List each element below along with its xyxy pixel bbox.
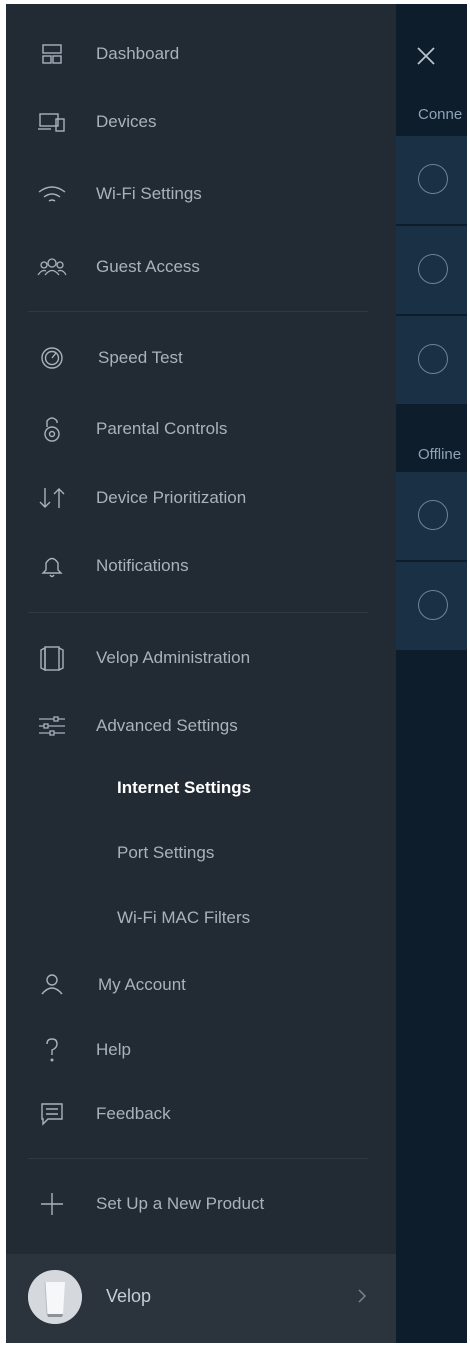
menu-item-velop-administration[interactable]: Velop Administration xyxy=(6,630,396,686)
menu-item-parental-controls[interactable]: Parental Controls xyxy=(6,401,396,457)
device-card[interactable] xyxy=(396,136,467,224)
submenu-item-label: Internet Settings xyxy=(117,778,252,797)
menu-item-devices[interactable]: Devices xyxy=(6,94,396,150)
menu-item-dashboard[interactable]: Dashboard xyxy=(6,26,396,82)
close-icon[interactable] xyxy=(414,44,438,68)
device-card[interactable] xyxy=(396,472,467,560)
menu-item-guest-access[interactable]: Guest Access xyxy=(6,239,396,295)
feedback-icon xyxy=(36,1099,68,1129)
menu-divider xyxy=(28,612,368,613)
sliders-icon xyxy=(36,711,68,741)
device-status-icon xyxy=(418,500,448,530)
device-status-icon xyxy=(418,344,448,374)
menu-divider xyxy=(28,311,368,312)
menu-item-label: Help xyxy=(96,1040,131,1059)
device-card[interactable] xyxy=(396,226,467,314)
question-icon xyxy=(36,1035,68,1065)
submenu-item-wifi-mac-filters[interactable]: Wi-Fi MAC Filters xyxy=(6,896,396,940)
velop-node-icon xyxy=(36,643,68,673)
offline-section-label: Offline xyxy=(418,446,462,463)
menu-item-label: Dashboard xyxy=(96,44,180,63)
guest-icon xyxy=(36,252,68,282)
menu-item-label: Set Up a New Product xyxy=(96,1194,265,1213)
menu-item-label: Device Prioritization xyxy=(96,488,247,507)
chevron-right-icon xyxy=(356,1286,368,1306)
menu-item-label: My Account xyxy=(98,975,186,994)
menu-item-feedback[interactable]: Feedback xyxy=(6,1086,396,1142)
speedometer-icon xyxy=(36,343,68,373)
menu-item-label: Wi-Fi Settings xyxy=(96,184,202,203)
bell-icon xyxy=(36,551,68,581)
user-icon xyxy=(36,970,68,1000)
connected-section-label: Conne xyxy=(418,106,463,123)
menu-item-label: Advanced Settings xyxy=(96,716,238,735)
menu-item-label: Guest Access xyxy=(96,257,200,276)
priority-arrows-icon xyxy=(36,483,68,513)
devices-icon xyxy=(36,107,68,137)
navigation-drawer: Dashboard Devices Wi-Fi Settings Guest A… xyxy=(6,4,396,1343)
menu-item-my-account[interactable]: My Account xyxy=(6,957,396,1013)
menu-item-help[interactable]: Help xyxy=(6,1022,396,1078)
velop-node-avatar xyxy=(28,1270,82,1324)
menu-item-set-up-new-product[interactable]: Set Up a New Product xyxy=(6,1176,396,1232)
device-status-icon xyxy=(418,164,448,194)
dashboard-icon xyxy=(36,39,68,69)
submenu-item-label: Port Settings xyxy=(117,843,215,862)
menu-item-label: Speed Test xyxy=(98,348,183,367)
app-frame: Conne Offline Dashboard Devices Wi-Fi Se… xyxy=(6,4,467,1343)
device-card[interactable] xyxy=(396,316,467,404)
submenu-item-port-settings[interactable]: Port Settings xyxy=(6,831,396,875)
menu-divider xyxy=(28,1158,368,1159)
menu-item-label: Devices xyxy=(96,112,157,131)
menu-item-label: Velop Administration xyxy=(96,648,251,667)
menu-item-label: Feedback xyxy=(96,1104,171,1123)
menu-item-notifications[interactable]: Notifications xyxy=(6,538,396,594)
device-card[interactable] xyxy=(396,562,467,650)
device-status-icon xyxy=(418,254,448,284)
menu-item-device-prioritization[interactable]: Device Prioritization xyxy=(6,470,396,526)
menu-item-label: Parental Controls xyxy=(96,419,228,438)
menu-item-speed-test[interactable]: Speed Test xyxy=(6,330,396,386)
menu-item-advanced-settings[interactable]: Advanced Settings xyxy=(6,698,396,754)
submenu-item-label: Wi-Fi MAC Filters xyxy=(117,908,251,927)
submenu-item-internet-settings[interactable]: Internet Settings xyxy=(6,766,396,810)
menu-item-wifi-settings[interactable]: Wi-Fi Settings xyxy=(6,166,396,222)
network-name: Velop xyxy=(106,1286,152,1306)
wifi-icon xyxy=(36,179,68,209)
device-status-icon xyxy=(418,590,448,620)
velop-network-selector[interactable]: Velop xyxy=(6,1254,396,1343)
menu-item-label: Notifications xyxy=(96,556,189,575)
lock-icon xyxy=(36,414,68,444)
plus-icon xyxy=(36,1189,68,1219)
